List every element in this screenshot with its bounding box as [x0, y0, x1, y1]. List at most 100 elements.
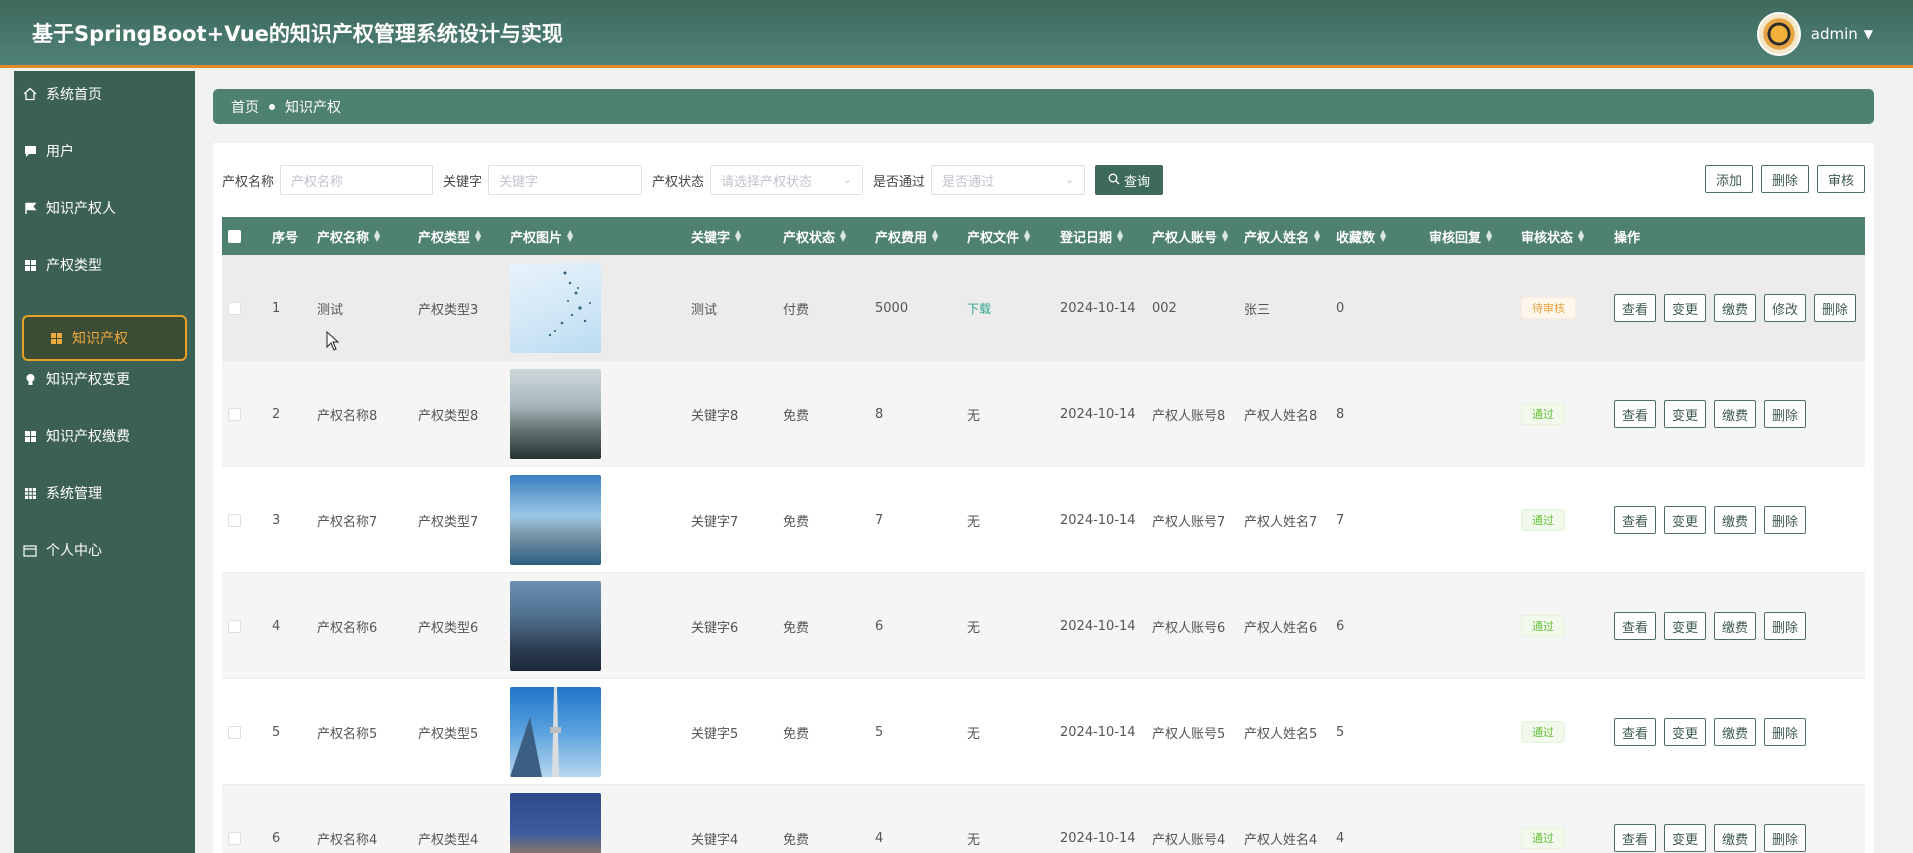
user-menu[interactable]: admin ▼ [1756, 12, 1873, 56]
cell-image[interactable] [510, 255, 601, 361]
col-favorites[interactable]: 收藏数 ▲ ▼ [1336, 217, 1386, 255]
delete-row-button[interactable]: 删除 [1764, 824, 1806, 852]
cell-image[interactable] [510, 679, 601, 785]
thumbnail-image[interactable] [510, 263, 601, 353]
delete-row-button[interactable]: 删除 [1764, 400, 1806, 428]
thumbnail-image[interactable] [510, 581, 601, 671]
cell-image[interactable] [510, 573, 601, 679]
col-review[interactable]: 审核状态 ▲ ▼ [1521, 217, 1584, 255]
search-icon [1108, 173, 1120, 188]
col-date[interactable]: 登记日期 ▲ ▼ [1060, 217, 1123, 255]
delete-row-button[interactable]: 删除 [1764, 612, 1806, 640]
cell-image[interactable] [510, 467, 601, 573]
change-button[interactable]: 变更 [1664, 612, 1706, 640]
change-button[interactable]: 变更 [1664, 718, 1706, 746]
view-button[interactable]: 查看 [1614, 400, 1656, 428]
sidebar-item-ip-change[interactable]: 知识产权变更 [22, 356, 187, 402]
cell-account: 产权人账号7 [1152, 514, 1226, 530]
cell-image[interactable] [510, 785, 601, 853]
sidebar-item-profile[interactable]: 个人中心 [22, 527, 187, 573]
review-button[interactable]: 审核 [1816, 165, 1865, 193]
cell-date: 2024-10-14 [1060, 512, 1136, 528]
status-badge: 通过 [1521, 721, 1565, 743]
name-input[interactable]: 产权名称 [280, 165, 434, 195]
col-name[interactable]: 产权名称 ▲ ▼ [317, 217, 380, 255]
chevron-down-icon[interactable]: ▼ [1864, 27, 1873, 41]
col-fee[interactable]: 产权费用 ▲ ▼ [875, 217, 938, 255]
pay-button[interactable]: 缴费 [1714, 612, 1756, 640]
delete-row-button[interactable]: 删除 [1814, 294, 1856, 322]
table-row[interactable]: 3 产权名称7 产权类型7 关键字7 免费 7 无 2024-10-14 产权人… [222, 467, 1865, 573]
edit-button[interactable]: 修改 [1764, 294, 1806, 322]
table-row[interactable]: 5 产权名称5 产权类型5 关键字5 免费 5 无 2024-10-14 产权人… [222, 679, 1865, 785]
cell-image[interactable] [510, 361, 601, 467]
pay-button[interactable]: 缴费 [1714, 506, 1756, 534]
col-reply[interactable]: 审核回复 ▲ ▼ [1429, 217, 1492, 255]
table-row[interactable]: 4 产权名称6 产权类型6 关键字6 免费 6 无 2024-10-14 产权人… [222, 573, 1865, 679]
cell-favorites: 7 [1336, 512, 1345, 528]
sort-icon: ▲ ▼ [932, 228, 939, 243]
col-keyword[interactable]: 关键字 ▲ ▼ [691, 217, 741, 255]
cell-account: 002 [1152, 300, 1177, 316]
sidebar-item-home[interactable]: 系统首页 [22, 71, 187, 117]
table-row[interactable]: 2 产权名称8 产权类型8 关键字8 免费 8 无 2024-10-14 产权人… [222, 361, 1865, 467]
delete-button[interactable]: 删除 [1760, 165, 1809, 193]
download-link[interactable]: 下载 [967, 300, 991, 317]
thumbnail-image[interactable] [510, 687, 601, 777]
col-status[interactable]: 产权状态 ▲ ▼ [783, 217, 846, 255]
col-image[interactable]: 产权图片 ▲ ▼ [510, 217, 573, 255]
sidebar-item-ip[interactable]: 知识产权 [22, 315, 187, 361]
delete-row-button[interactable]: 删除 [1764, 506, 1806, 534]
thumbnail-image[interactable] [510, 793, 601, 853]
view-button[interactable]: 查看 [1614, 718, 1656, 746]
cell-actions: 查看 变更 缴费 删除 [1614, 467, 1806, 573]
table-row[interactable]: 6 产权名称4 产权类型4 关键字4 免费 4 无 2024-10-14 产权人… [222, 785, 1865, 853]
avatar[interactable] [1756, 12, 1801, 56]
status-badge: 通过 [1521, 509, 1565, 531]
change-button[interactable]: 变更 [1664, 824, 1706, 852]
thumbnail-image[interactable] [510, 475, 601, 565]
row-checkbox[interactable] [228, 361, 241, 467]
col-actions: 操作 [1614, 230, 1641, 246]
sidebar-item-system[interactable]: 系统管理 [22, 470, 187, 516]
delete-row-button[interactable]: 删除 [1764, 718, 1806, 746]
pay-button[interactable]: 缴费 [1714, 824, 1756, 852]
row-checkbox[interactable] [228, 255, 241, 361]
view-button[interactable]: 查看 [1614, 612, 1656, 640]
sort-icon: ▲ ▼ [374, 228, 381, 243]
keyword-label: 关键字 [443, 174, 483, 190]
change-button[interactable]: 变更 [1664, 294, 1706, 322]
change-button[interactable]: 变更 [1664, 506, 1706, 534]
row-checkbox[interactable] [228, 785, 241, 853]
row-checkbox[interactable] [228, 679, 241, 785]
pass-select[interactable]: 是否通过 ⌄ [931, 165, 1086, 195]
username[interactable]: admin [1811, 25, 1858, 43]
cell-account: 产权人账号4 [1152, 832, 1226, 848]
col-owner[interactable]: 产权人姓名 ▲ ▼ [1244, 217, 1320, 255]
col-file[interactable]: 产权文件 ▲ ▼ [967, 217, 1030, 255]
keyword-input[interactable]: 关键字 [488, 165, 643, 195]
table-row[interactable]: 1 测试 产权类型3 测试 付费 5000 下载 2024-10-14 002 … [222, 255, 1865, 361]
cell-review: 通过 [1521, 361, 1565, 467]
view-button[interactable]: 查看 [1614, 824, 1656, 852]
row-checkbox[interactable] [228, 467, 241, 573]
row-checkbox[interactable] [228, 573, 241, 679]
sidebar-item-users[interactable]: 用户 [22, 128, 187, 174]
view-button[interactable]: 查看 [1614, 506, 1656, 534]
change-button[interactable]: 变更 [1664, 400, 1706, 428]
query-button[interactable]: 查询 [1095, 165, 1164, 195]
thumbnail-image[interactable] [510, 369, 601, 459]
pay-button[interactable]: 缴费 [1714, 718, 1756, 746]
status-select[interactable]: 请选择产权状态 ⌄ [710, 165, 864, 195]
sidebar-item-ip-payment[interactable]: 知识产权缴费 [22, 413, 187, 459]
breadcrumb-home[interactable]: 首页 [231, 97, 259, 117]
sidebar-item-owners[interactable]: 知识产权人 [22, 185, 187, 231]
select-all-checkbox[interactable] [228, 217, 241, 255]
view-button[interactable]: 查看 [1614, 294, 1656, 322]
pay-button[interactable]: 缴费 [1714, 294, 1756, 322]
col-account[interactable]: 产权人账号 ▲ ▼ [1152, 217, 1228, 255]
add-button[interactable]: 添加 [1704, 165, 1753, 193]
sidebar-item-types[interactable]: 产权类型 [22, 242, 187, 288]
pay-button[interactable]: 缴费 [1714, 400, 1756, 428]
col-type[interactable]: 产权类型 ▲ ▼ [418, 217, 481, 255]
